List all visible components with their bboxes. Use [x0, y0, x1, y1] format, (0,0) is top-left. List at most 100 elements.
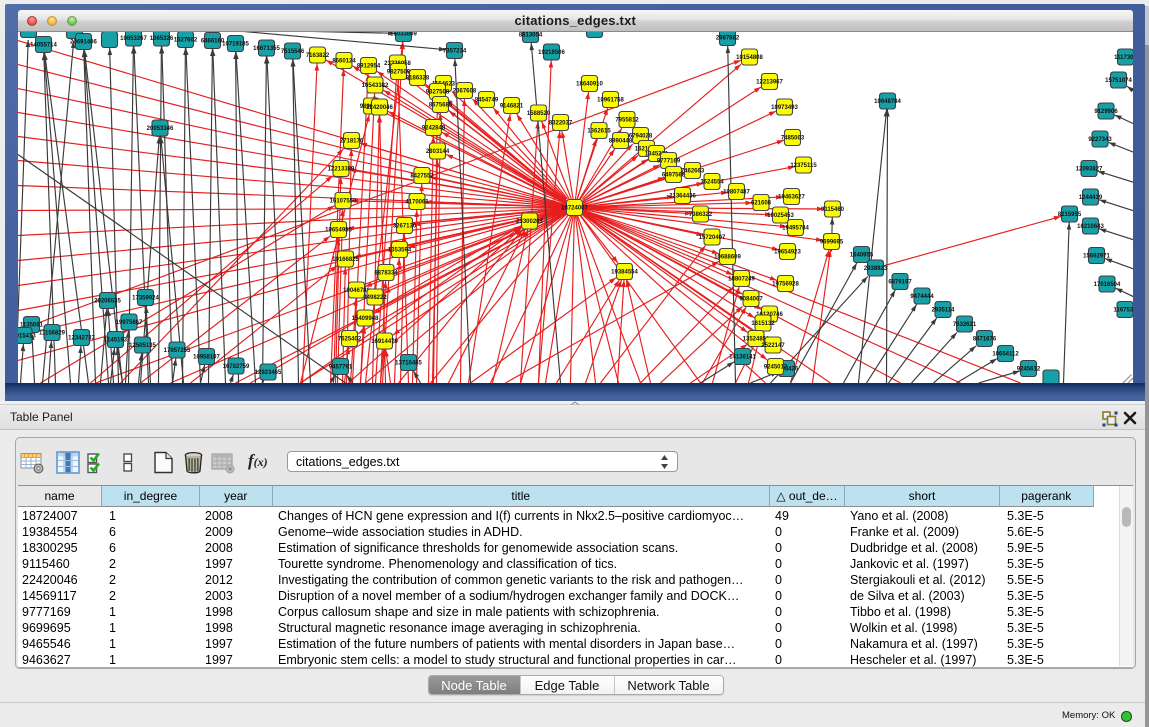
svg-text:9457791: 9457791: [328, 364, 352, 370]
svg-text:8322037: 8322037: [548, 120, 572, 126]
svg-text:8215955: 8215955: [1057, 212, 1081, 218]
svg-text:2718176: 2718176: [339, 138, 363, 144]
svg-text:10719185: 10719185: [222, 41, 249, 47]
svg-text:16671355: 16671355: [253, 46, 280, 52]
svg-text:14055714: 14055714: [30, 42, 57, 48]
svg-text:9242848: 9242848: [421, 125, 445, 131]
svg-text:12375115: 12375115: [790, 163, 817, 169]
svg-text:1527602: 1527602: [173, 37, 197, 43]
svg-text:22420046: 22420046: [366, 105, 393, 111]
svg-text:2367608: 2367608: [452, 88, 476, 94]
svg-text:2987682: 2987682: [715, 35, 739, 41]
svg-text:12505135: 12505135: [129, 343, 156, 349]
svg-text:7462663: 7462663: [680, 168, 704, 174]
svg-text:19384554: 19384554: [611, 269, 638, 275]
svg-text:8675685: 8675685: [428, 102, 452, 108]
svg-text:14136141: 14136141: [729, 354, 756, 360]
svg-text:11156829: 11156829: [38, 330, 65, 336]
svg-text:9146821: 9146821: [499, 103, 523, 109]
svg-text:10654112: 10654112: [992, 351, 1019, 357]
svg-text:3624554: 3624554: [700, 179, 724, 185]
svg-text:19975867: 19975867: [115, 320, 142, 326]
svg-text:17016504: 17016504: [1093, 282, 1120, 288]
svg-text:10807487: 10807487: [723, 189, 750, 195]
svg-text:10973493: 10973493: [771, 105, 798, 111]
svg-text:6879197: 6879197: [888, 279, 912, 285]
svg-text:10154808: 10154808: [736, 55, 763, 61]
svg-text:15692971: 15692971: [1083, 253, 1110, 259]
svg-text:16210643: 16210643: [1077, 224, 1104, 230]
svg-text:12923465: 12923465: [254, 370, 281, 376]
svg-text:1353594: 1353594: [387, 247, 411, 253]
svg-text:7632621: 7632621: [952, 322, 976, 328]
svg-text:6794028: 6794028: [628, 133, 652, 139]
svg-text:1167534: 1167534: [1113, 307, 1133, 313]
svg-text:1244419: 1244419: [1078, 195, 1102, 201]
svg-text:10648784: 10648784: [874, 99, 901, 105]
svg-text:10961758: 10961758: [597, 97, 624, 103]
svg-text:7515546: 7515546: [280, 49, 304, 55]
svg-text:2803144: 2803144: [425, 149, 449, 155]
svg-text:1117304: 1117304: [1114, 55, 1133, 61]
svg-text:2938923: 2938923: [863, 266, 887, 272]
svg-text:1065326: 1065326: [149, 36, 173, 42]
svg-text:12213967: 12213967: [756, 79, 783, 85]
svg-text:17359924: 17359924: [132, 295, 159, 301]
svg-text:18640910: 18640910: [576, 81, 603, 87]
svg-text:7386322: 7386322: [688, 212, 712, 218]
svg-text:19654985: 19654985: [325, 227, 352, 233]
svg-text:3267130: 3267130: [392, 223, 416, 229]
svg-text:20691406: 20691406: [70, 39, 97, 45]
svg-text:12093827: 12093827: [1075, 166, 1102, 172]
svg-text:13716485: 13716485: [395, 360, 422, 366]
svg-text:9245612: 9245612: [1016, 366, 1040, 372]
svg-text:1362615: 1362615: [587, 128, 611, 134]
svg-text:7163822: 7163822: [305, 53, 329, 59]
svg-text:9777169: 9777169: [656, 158, 680, 164]
svg-text:17957255: 17957255: [163, 348, 190, 354]
svg-text:3915413: 3915413: [18, 333, 36, 339]
svg-text:9129906: 9129906: [1094, 109, 1118, 115]
svg-text:10958107: 10958107: [193, 354, 220, 360]
svg-text:20053346: 20053346: [146, 126, 173, 132]
svg-text:7625402: 7625402: [337, 336, 361, 342]
svg-text:9245012: 9245012: [763, 364, 787, 370]
svg-text:9699695: 9699695: [819, 239, 843, 245]
svg-text:1145193: 1145193: [103, 337, 127, 343]
svg-text:3498222: 3498222: [363, 295, 387, 301]
svg-text:2522147: 2522147: [761, 343, 785, 349]
svg-text:8471676: 8471676: [972, 336, 996, 342]
svg-text:23300203: 23300203: [516, 219, 543, 225]
svg-text:19218506: 19218506: [538, 50, 565, 56]
svg-text:8813054: 8813054: [518, 32, 542, 38]
svg-text:10688609: 10688609: [714, 254, 741, 260]
svg-text:19654923: 19654923: [774, 249, 801, 255]
svg-text:8660124: 8660124: [332, 58, 356, 64]
svg-text:2935114: 2935114: [931, 307, 955, 313]
svg-text:10046788: 10046788: [343, 288, 370, 294]
svg-text:20206535: 20206535: [94, 298, 121, 304]
svg-text:8454749: 8454749: [474, 97, 498, 103]
svg-text:15720407: 15720407: [698, 235, 725, 241]
svg-text:1640955: 1640955: [849, 252, 873, 258]
svg-text:19463627: 19463627: [778, 194, 805, 200]
svg-text:16914479: 16914479: [371, 339, 398, 345]
svg-text:9474444: 9474444: [910, 294, 934, 300]
svg-text:9115460: 9115460: [820, 207, 844, 213]
svg-text:16107550: 16107550: [329, 198, 356, 204]
svg-text:1615132: 1615132: [751, 321, 775, 327]
svg-text:8186328: 8186328: [405, 75, 429, 81]
svg-text:16033809: 16033809: [390, 32, 417, 38]
svg-text:16543382: 16543382: [361, 83, 388, 89]
svg-text:18724007: 18724007: [561, 205, 588, 211]
svg-text:12342737: 12342737: [68, 335, 95, 341]
svg-text:7485003: 7485003: [780, 135, 804, 141]
svg-text:8427552: 8427552: [410, 173, 434, 179]
svg-text:12213389: 12213389: [327, 166, 354, 172]
svg-text:4170061: 4170061: [405, 199, 429, 205]
svg-text:10653267: 10653267: [120, 36, 147, 42]
svg-text:9327508: 9327508: [425, 89, 449, 95]
svg-text:15409948: 15409948: [351, 316, 378, 322]
svg-text:21364436: 21364436: [669, 193, 696, 199]
svg-text:9227343: 9227343: [1088, 137, 1112, 143]
